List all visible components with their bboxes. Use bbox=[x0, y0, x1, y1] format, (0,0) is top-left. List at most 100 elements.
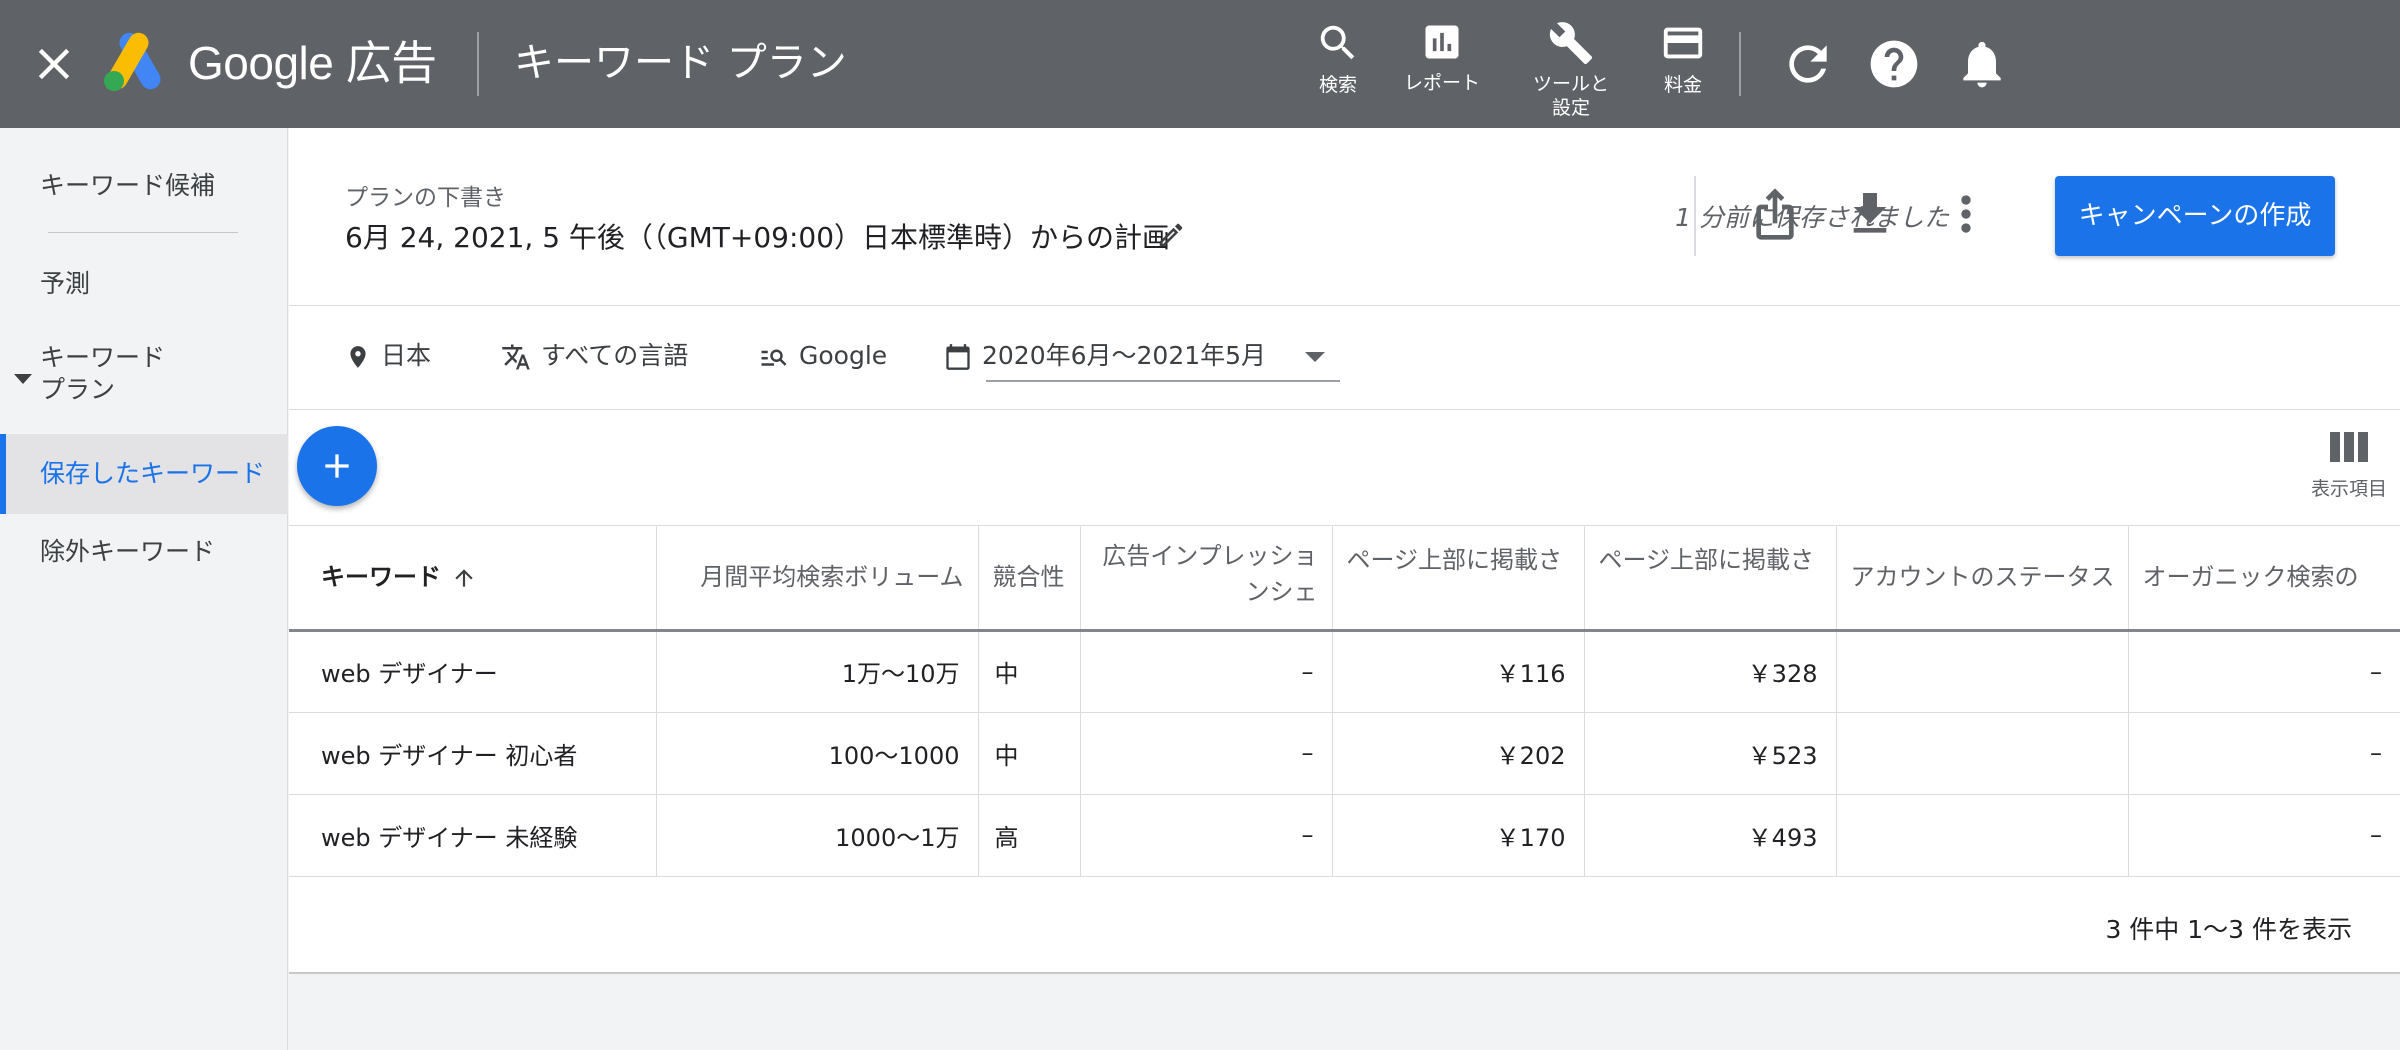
organic-cell: – bbox=[2128, 630, 2400, 713]
calendar-icon bbox=[946, 344, 970, 370]
impression-share-cell: – bbox=[1080, 712, 1333, 795]
network-filter-label: Google bbox=[799, 341, 888, 370]
manage-search-icon bbox=[761, 349, 787, 366]
divider bbox=[48, 232, 238, 233]
column-header-account-status[interactable]: アカウントのステータス bbox=[1836, 526, 2129, 632]
sidebar-item-keyword-ideas[interactable]: キーワード候補 bbox=[0, 166, 288, 206]
report-icon bbox=[1425, 25, 1459, 59]
table-row[interactable]: web デザイナー 初心者 100〜1000 中 – ￥202 ￥523 – bbox=[289, 712, 2400, 795]
divider bbox=[477, 32, 479, 96]
date-range-underline bbox=[986, 380, 1340, 382]
columns-label: 表示項目 bbox=[2310, 478, 2387, 500]
table-toolbar: 表示項目 bbox=[289, 410, 2400, 526]
avg-searches-cell: 1万〜10万 bbox=[656, 630, 979, 713]
organic-cell: – bbox=[2128, 712, 2400, 795]
location-filter[interactable]: 日本 bbox=[345, 336, 431, 376]
tool-label: ツールと 設定 bbox=[1532, 73, 1609, 119]
column-header-impression-share[interactable]: 広告インプレッションシェ bbox=[1080, 526, 1333, 632]
location-filter-label: 日本 bbox=[381, 341, 432, 370]
divider bbox=[1739, 32, 1741, 96]
plus-icon bbox=[325, 454, 349, 478]
search-icon bbox=[1320, 25, 1355, 60]
plan-name: 6月 24, 2021, 5 午後（（GMT+09:00）日本標準時）からの計画 bbox=[345, 221, 1171, 254]
language-filter-label: すべての言語 bbox=[541, 341, 689, 370]
main-panel: プランの下書き 6月 24, 2021, 5 午後（（GMT+09:00）日本標… bbox=[289, 128, 2400, 974]
brand-name: Google 広告 bbox=[188, 37, 437, 89]
close-icon[interactable] bbox=[28, 38, 80, 90]
refresh-icon[interactable] bbox=[1780, 36, 1836, 92]
impression-share-cell: – bbox=[1080, 630, 1333, 713]
table-row[interactable]: web デザイナー 未経験 1000〜1万 高 – ￥170 ￥493 – bbox=[289, 794, 2400, 877]
page-title: キーワード プラン bbox=[514, 40, 847, 86]
column-header-competition[interactable]: 競合性 bbox=[978, 526, 1081, 632]
account-status-cell bbox=[1836, 630, 2129, 713]
competition-cell: 中 bbox=[978, 712, 1081, 795]
avg-searches-cell: 100〜1000 bbox=[656, 712, 979, 795]
sidebar-item-forecast[interactable]: 予測 bbox=[0, 264, 288, 304]
divider bbox=[1694, 176, 1696, 256]
sidebar-item-saved-keywords[interactable]: 保存したキーワード bbox=[0, 434, 288, 514]
tool-label: 検索 bbox=[1318, 74, 1357, 96]
sort-ascending-icon bbox=[455, 569, 473, 587]
date-range-label: 2020年6月〜2021年5月 bbox=[982, 341, 1267, 370]
tools-settings-button[interactable]: ツールと 設定 bbox=[1516, 20, 1626, 120]
organic-cell: – bbox=[2128, 794, 2400, 877]
avg-searches-cell: 1000〜1万 bbox=[656, 794, 979, 877]
plan-header: プランの下書き 6月 24, 2021, 5 午後（（GMT+09:00）日本標… bbox=[289, 128, 2400, 306]
notifications-icon[interactable] bbox=[1954, 36, 2010, 92]
draft-label: プランの下書き bbox=[345, 185, 506, 211]
saved-status: 1 分前に保存されました bbox=[1675, 203, 1949, 232]
google-ads-logo bbox=[100, 32, 168, 94]
table-header-row: キーワード 月間平均検索ボリューム 競合性 広告インプレッションシェ ページ上部… bbox=[289, 526, 2400, 632]
table-row[interactable]: web デザイナー 1万〜10万 中 – ￥116 ￥328 – bbox=[289, 630, 2400, 713]
filter-bar: 日本 すべての言語 Google 2020年6月〜2021年5月 bbox=[289, 306, 2400, 410]
sidebar-item-keyword-plan[interactable]: キーワード プラン bbox=[0, 342, 288, 408]
download-icon[interactable] bbox=[1842, 186, 1898, 242]
date-range-filter[interactable]: 2020年6月〜2021年5月 bbox=[944, 336, 1266, 376]
add-keyword-button[interactable] bbox=[297, 426, 377, 506]
competition-cell: 高 bbox=[978, 794, 1081, 877]
tool-label: 料金 bbox=[1663, 74, 1702, 96]
credit-card-icon bbox=[1663, 27, 1703, 59]
keywords-table: キーワード 月間平均検索ボリューム 競合性 広告インプレッションシェ ページ上部… bbox=[289, 526, 2400, 877]
report-tool-button[interactable]: レポート bbox=[1387, 20, 1497, 96]
column-header-avg-monthly-searches[interactable]: 月間平均検索ボリューム bbox=[656, 526, 979, 632]
wrench-icon bbox=[1549, 22, 1593, 65]
share-icon[interactable] bbox=[1747, 186, 1803, 242]
column-header-label: キーワード bbox=[321, 563, 441, 592]
keyword-cell: web デザイナー 未経験 bbox=[289, 794, 657, 877]
top-app-bar: Google 広告 キーワード プラン 検索 レポート ツールと 設定 料金 bbox=[0, 0, 2400, 128]
columns-button[interactable]: 表示項目 bbox=[2299, 432, 2399, 501]
left-nav: キーワード候補 予測 キーワード プラン 保存したキーワード 除外キーワード bbox=[0, 128, 288, 1050]
bid-high-cell: ￥328 bbox=[1584, 630, 1837, 713]
more-vert-icon[interactable] bbox=[1938, 186, 1994, 242]
column-header-top-of-page-bid-high[interactable]: ページ上部に掲載さ bbox=[1584, 526, 1837, 632]
keyword-cell: web デザイナー 初心者 bbox=[289, 712, 657, 795]
location-pin-icon bbox=[350, 346, 366, 368]
divider bbox=[289, 972, 2400, 974]
bid-high-cell: ￥523 bbox=[1584, 712, 1837, 795]
billing-tool-button[interactable]: 料金 bbox=[1628, 20, 1738, 98]
competition-cell: 中 bbox=[978, 630, 1081, 713]
create-campaign-button[interactable]: キャンペーンの作成 bbox=[2055, 176, 2335, 256]
column-header-keyword[interactable]: キーワード bbox=[289, 526, 657, 632]
network-filter[interactable]: Google bbox=[759, 336, 887, 376]
sidebar-item-negative-keywords[interactable]: 除外キーワード bbox=[0, 532, 288, 572]
bid-high-cell: ￥493 bbox=[1584, 794, 1837, 877]
bid-low-cell: ￥202 bbox=[1332, 712, 1585, 795]
account-status-cell bbox=[1836, 794, 2129, 877]
pagination-summary: 3 件中 1〜3 件を表示 bbox=[2105, 915, 2352, 944]
dropdown-arrow-icon[interactable] bbox=[1305, 352, 1325, 362]
bid-low-cell: ￥170 bbox=[1332, 794, 1585, 877]
search-tool-button[interactable]: 検索 bbox=[1283, 20, 1393, 98]
tool-label: レポート bbox=[1403, 72, 1480, 94]
language-filter[interactable]: すべての言語 bbox=[501, 336, 688, 376]
column-header-organic-search[interactable]: オーガニック検索の bbox=[2128, 526, 2400, 632]
columns-icon bbox=[2330, 432, 2368, 462]
bid-low-cell: ￥116 bbox=[1332, 630, 1585, 713]
account-status-cell bbox=[1836, 712, 2129, 795]
translate-icon bbox=[502, 344, 530, 370]
column-header-top-of-page-bid-low[interactable]: ページ上部に掲載さ bbox=[1332, 526, 1585, 632]
help-icon[interactable] bbox=[1866, 36, 1922, 92]
keyword-cell: web デザイナー bbox=[289, 630, 657, 713]
